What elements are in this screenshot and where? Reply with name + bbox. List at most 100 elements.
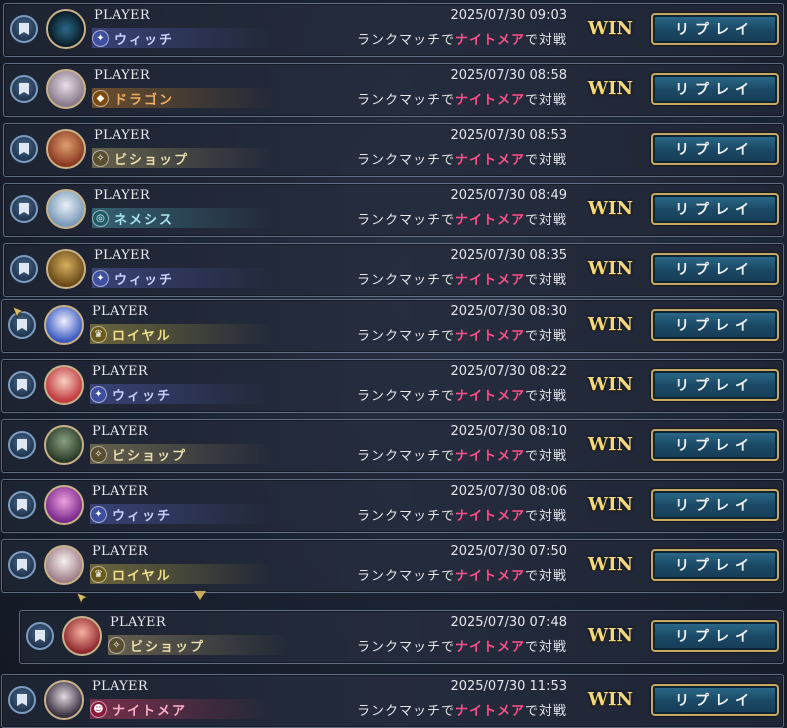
replay-button[interactable]: リプレイ [651,13,779,45]
class-badge: ✧ ビショップ [108,635,288,655]
bookmark-button[interactable] [10,255,38,283]
player-name: PLAYER [92,679,148,694]
match-result: WIN [587,314,633,335]
pointer-icon [12,306,24,318]
class-name: ナイトメア [112,703,188,719]
bookmark-button[interactable] [26,622,54,650]
class-name: ウィッチ [112,388,173,404]
witch-class-icon: ✦ [90,385,107,403]
replay-button[interactable]: リプレイ [651,684,779,716]
bookmark-button[interactable] [8,686,36,714]
class-name: ロイヤル [112,568,172,584]
match-date: 2025/07/30 09:03 [450,8,567,23]
avatar [46,9,86,49]
bookmark-icon [17,319,27,331]
player-name: PLAYER [94,188,150,203]
replay-button[interactable]: リプレイ [651,369,779,401]
match-row: PLAYER ✧ ビショップ 2025/07/30 08:10 ランクマッチでナ… [1,419,784,473]
match-description: ランクマッチでナイトメアで対戦 [356,704,567,719]
witch-class-icon: ✦ [92,269,109,287]
class-badge: ◆ ドラゴン [92,88,272,108]
avatar [44,365,84,405]
class-badge: ✦ ウィッチ [90,384,270,404]
bookmark-icon [17,559,27,571]
class-badge: ✧ ビショップ [90,444,270,464]
match-result: WIN [587,494,633,515]
match-date: 2025/07/30 08:35 [450,248,567,263]
bookmark-button[interactable] [10,75,38,103]
match-row: PLAYER ◎ ネメシス 2025/07/30 08:49 ランクマッチでナイ… [3,183,784,237]
match-date: 2025/07/30 08:22 [450,364,567,379]
player-name: PLAYER [94,8,150,23]
match-date: 2025/07/30 08:30 [450,304,567,319]
replay-button[interactable]: リプレイ [651,309,779,341]
bookmark-icon [17,499,27,511]
player-name: PLAYER [92,544,148,559]
class-badge: ✦ ウィッチ [92,28,272,48]
replay-button[interactable]: リプレイ [651,429,779,461]
bookmark-button[interactable] [8,551,36,579]
class-name: ウィッチ [114,32,175,48]
player-name: PLAYER [92,424,148,439]
replay-button[interactable]: リプレイ [651,549,779,581]
avatar [44,545,84,585]
match-description: ランクマッチでナイトメアで対戦 [356,213,567,228]
bookmark-icon [19,83,29,95]
match-description: ランクマッチでナイトメアで対戦 [356,640,567,655]
match-date: 2025/07/30 08:49 [450,188,567,203]
class-name: ウィッチ [112,508,173,524]
dragon-class-icon: ◆ [92,89,109,107]
avatar [46,189,86,229]
bookmark-button[interactable] [10,135,38,163]
match-description: ランクマッチでナイトメアで対戦 [356,93,567,108]
class-name: ウィッチ [114,272,175,288]
match-result: WIN [587,689,633,710]
bookmark-icon [19,263,29,275]
avatar [44,680,84,720]
replay-button[interactable]: リプレイ [651,73,779,105]
class-badge: ◎ ネメシス [92,208,272,228]
class-name: ネメシス [114,212,175,228]
match-description: ランクマッチでナイトメアで対戦 [356,389,567,404]
bookmark-button[interactable] [8,491,36,519]
witch-class-icon: ✦ [92,29,109,47]
player-name: PLAYER [92,304,148,319]
royal-class-icon: ♛ [90,325,107,343]
class-badge: ☻ ナイトメア [90,699,270,719]
match-description: ランクマッチでナイトメアで対戦 [356,569,567,584]
match-description: ランクマッチでナイトメアで対戦 [356,329,567,344]
class-name: ビショップ [114,152,190,168]
bookmark-button[interactable] [10,195,38,223]
match-result: WIN [587,198,633,219]
player-name: PLAYER [94,248,150,263]
match-date: 2025/07/30 07:50 [450,544,567,559]
class-name: ドラゴン [114,92,175,108]
avatar [46,69,86,109]
bookmark-icon [19,143,29,155]
replay-button[interactable]: リプレイ [651,253,779,285]
replay-button[interactable]: リプレイ [651,620,779,652]
class-badge: ✦ ウィッチ [92,268,272,288]
bookmark-button[interactable] [10,15,38,43]
match-row: PLAYER ◆ ドラゴン 2025/07/30 08:58 ランクマッチでナイ… [3,63,784,117]
match-description: ランクマッチでナイトメアで対戦 [356,449,567,464]
avatar [44,425,84,465]
match-row: PLAYER ✦ ウィッチ 2025/07/30 08:06 ランクマッチでナイ… [1,479,784,533]
pointer-icon [76,592,88,604]
bookmark-icon [17,379,27,391]
bookmark-button[interactable] [8,431,36,459]
match-description: ランクマッチでナイトメアで対戦 [356,273,567,288]
replay-button[interactable]: リプレイ [651,489,779,521]
replay-button[interactable]: リプレイ [651,133,779,165]
match-row: PLAYER ✧ ビショップ 2025/07/30 08:53 ランクマッチでナ… [3,123,784,177]
match-result: WIN [587,625,633,646]
class-badge: ♛ ロイヤル [90,324,270,344]
bookmark-button[interactable] [8,371,36,399]
match-result: WIN [587,554,633,575]
royal-class-icon: ♛ [90,565,107,583]
replay-button[interactable]: リプレイ [651,193,779,225]
match-date: 2025/07/30 11:53 [450,679,567,694]
witch-class-icon: ✦ [90,505,107,523]
bookmark-icon [19,23,29,35]
match-row-dragging[interactable]: PLAYER ✧ ビショップ 2025/07/30 07:48 ランクマッチでナ… [19,610,784,664]
